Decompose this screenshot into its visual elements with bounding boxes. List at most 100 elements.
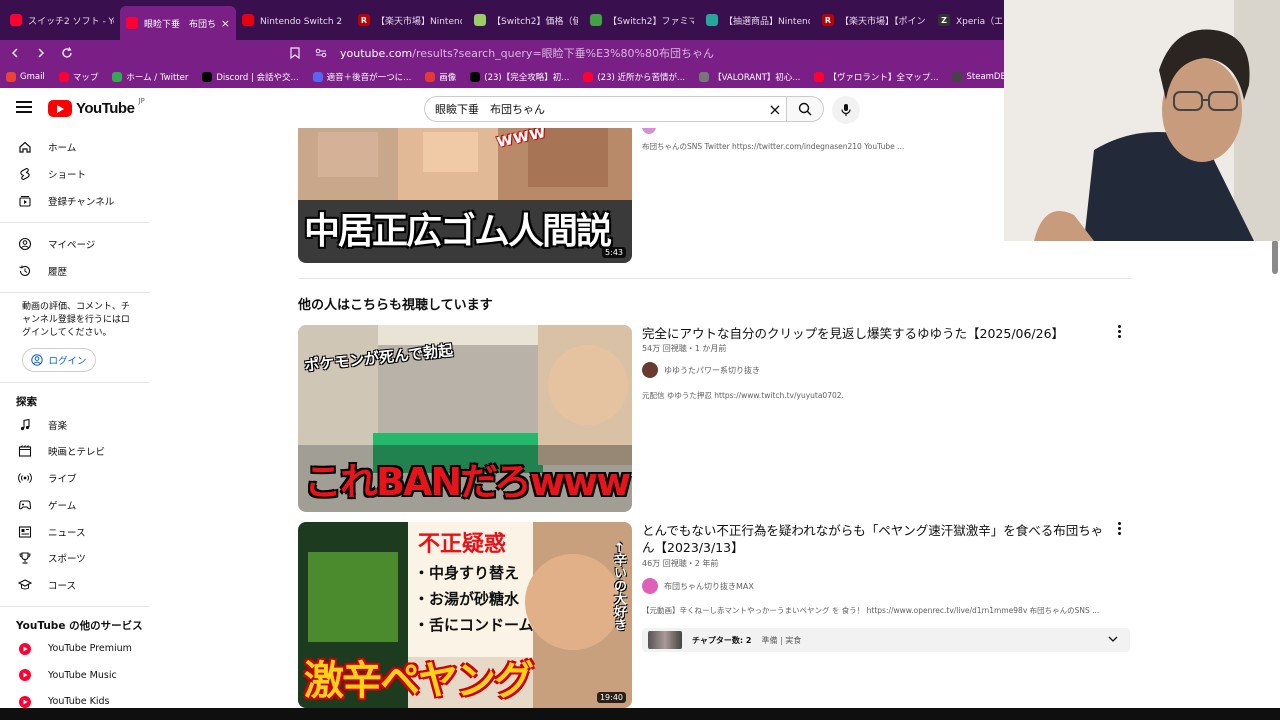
video-thumbnail[interactable]: ポケモンが死んで勃起 これBANだろwww (298, 325, 632, 512)
voice-search-button[interactable] (832, 96, 860, 124)
bookmark-label: マップ (72, 73, 99, 83)
video-duration: 19:40 (596, 692, 626, 703)
more-actions-icon[interactable] (1114, 522, 1124, 535)
video-title[interactable]: とんでもない不正行為を疑われながらも「ペヤング速汗獄激辛」を食べる布団ちゃん【2… (642, 522, 1106, 556)
bookmark-item[interactable]: 【ヴァロラント】全マップ... (814, 71, 938, 83)
bookmark-item[interactable]: 画像 (425, 71, 456, 83)
bookmark-item[interactable]: 適音＋後音が一つに... (312, 71, 411, 83)
url-field[interactable]: youtube.com/results?search_query=眼睑下垂%E3… (340, 45, 714, 61)
channel-name: ゆゆうたパワー系切り抜き (664, 365, 760, 375)
sidebar-item[interactable]: マイページ (0, 231, 150, 258)
sidebar-item[interactable]: 履歴 (0, 258, 150, 285)
guide-sidebar: ホーム ショート 登録チャンネル マイページ 履歴 動画の評価、コメント、チャンネル登… (0, 134, 150, 720)
video-thumbnail[interactable]: www 中居正広ゴム人間説 5:43 (298, 128, 632, 263)
forward-icon[interactable] (34, 46, 48, 60)
scrollbar-thumb[interactable] (1272, 240, 1278, 274)
channel-row[interactable]: 布団ちゃん切り抜きMAX (642, 578, 754, 594)
sidebar-item[interactable]: ホーム (0, 134, 150, 161)
sidebar-item[interactable]: YouTube Music (0, 662, 150, 689)
music-icon (18, 418, 32, 432)
bookmark-icon[interactable] (288, 46, 302, 60)
menu-icon[interactable] (16, 101, 32, 113)
bookmark-label: SteamDB (966, 72, 1004, 82)
bookmarks-bar: Gmail マップ ホーム / Twitter Discord | 会話や交... 適音… (0, 66, 1004, 88)
bookmark-favicon-icon (202, 72, 213, 82)
login-button[interactable]: ログイン (22, 348, 96, 373)
back-icon[interactable] (8, 46, 22, 60)
user-icon (18, 237, 32, 251)
subscriptions-icon (18, 194, 32, 208)
tab-label: スイッチ2 ソフト - YouTube (28, 16, 114, 27)
thumbnail-bullet-list: ・中身すり替え ・お湯が砂糖水 ・舌にコンドーム (414, 560, 534, 638)
youtube-service-icon (18, 642, 32, 656)
sidebar-divider (0, 222, 150, 224)
sidebar-item[interactable]: ニュース (0, 518, 150, 545)
bookmark-favicon-icon (312, 72, 323, 82)
video-metadata: 46万 回視聴・2 年前 (642, 559, 719, 568)
search-input[interactable]: 眼瞼下垂 布団ちゃん × (424, 96, 786, 122)
search-button[interactable] (786, 96, 824, 122)
explore-heading: 探索 (16, 395, 37, 408)
thumbnail-head-text: 不正疑惑 (418, 532, 507, 557)
browser-tab[interactable]: R 【楽天市場】Nintendo S (352, 5, 468, 35)
browser-tab[interactable]: 【Switch2】ファミマオンライ (584, 5, 700, 35)
video-thumbnail[interactable]: 不正疑惑 ・中身すり替え ・お湯が砂糖水 ・舌にコンドーム ←辛いの大好き 激辛ペヤ… (298, 522, 632, 708)
sidebar-item-label: 音楽 (48, 420, 68, 432)
bookmark-item[interactable]: 【VALORANT】初心... (699, 71, 800, 83)
bookmark-item[interactable]: SteamDB (952, 72, 1004, 82)
shelf-title: 他の人はこちらも視聴しています (298, 298, 493, 313)
channel-row[interactable]: ゆゆうたパワー系切り抜き (642, 362, 760, 378)
browser-tab[interactable]: Z Xperia（エクスペリア (932, 5, 1004, 35)
video-title[interactable]: 完全にアウトな自分のクリップを見返し爆笑するゆゆうた【2025/06/26】 (642, 325, 1064, 342)
bookmark-item[interactable]: マップ (58, 71, 99, 83)
chapters-toggle[interactable]: チャプター数: 2 準備 | 実食 (642, 628, 1130, 652)
bookmark-label: 【VALORANT】初心... (713, 73, 801, 83)
video-description: 【元動画】辛くねーし赤マントやっかーうまいペヤング を 食う！ https://… (642, 606, 1100, 615)
channel-avatar (642, 362, 658, 378)
channel-avatar[interactable] (642, 128, 656, 134)
tab-favicon-icon: R (358, 14, 370, 26)
youtube-logo[interactable]: YouTube JP (48, 97, 145, 117)
tab-favicon-icon (126, 17, 138, 29)
sidebar-item-label: ニュース (48, 527, 86, 539)
sidebar-divider (0, 382, 150, 384)
browser-tab[interactable]: 【抽選商品】Nintendo S (700, 5, 816, 35)
site-info-icon[interactable] (314, 46, 328, 60)
bookmark-label: 【ヴァロラント】全マップ... (828, 73, 939, 83)
sidebar-item[interactable]: 映画とテレビ (0, 438, 150, 465)
browser-tab[interactable]: R 【楽天市場】【ポイント2倍 (816, 5, 932, 35)
bookmark-item[interactable]: Gmail (6, 72, 45, 82)
home-icon (18, 140, 32, 154)
browser-tab[interactable]: Nintendo Switch 2 日本 (236, 5, 352, 35)
chapters-detail: 準備 | 実食 (761, 635, 802, 645)
thumbnail-bullet: ・舌にコンドーム (414, 616, 534, 634)
sidebar-item[interactable]: ライブ (0, 465, 150, 492)
browser-tab[interactable]: 【Switch2】価格（値段 (468, 5, 584, 35)
sidebar-item[interactable]: コース (0, 572, 150, 599)
sidebar-item[interactable]: 登録チャンネル (0, 187, 150, 214)
shelf-divider (298, 278, 1132, 279)
browser-tab[interactable]: 眼睑下垂 布団ち × (120, 6, 236, 40)
sidebar-item-label: ライブ (48, 474, 77, 486)
bookmark-item[interactable]: ホーム / Twitter (112, 71, 188, 83)
bookmark-item[interactable]: (23) 近所から苦情が... (583, 71, 685, 83)
channel-avatar (642, 578, 658, 594)
thumbnail-bullet: ・中身すり替え (414, 564, 520, 582)
search-icon (798, 102, 812, 116)
reload-icon[interactable] (60, 46, 74, 60)
sidebar-item[interactable]: YouTube Premium (0, 635, 150, 662)
close-tab-icon[interactable]: × (221, 17, 230, 30)
more-actions-icon[interactable] (1114, 325, 1124, 338)
bookmark-favicon-icon (470, 72, 481, 82)
bookmark-item[interactable]: (23)【完全攻略】初... (470, 71, 569, 83)
sidebar-item[interactable]: スポーツ (0, 545, 150, 572)
browser-tab[interactable]: スイッチ2 ソフト - YouTube (4, 5, 120, 35)
sidebar-item[interactable]: ショート (0, 161, 150, 188)
account-icon (31, 354, 44, 367)
sidebar-item[interactable]: ゲーム (0, 492, 150, 519)
clear-search-icon[interactable]: × (766, 100, 784, 119)
thumbnail-side-text: ←辛いの大好き (611, 542, 626, 631)
sidebar-item[interactable]: 音楽 (0, 411, 150, 438)
sidebar-item-label: マイページ (48, 240, 96, 252)
bookmark-item[interactable]: Discord | 会話や交... (202, 71, 299, 83)
